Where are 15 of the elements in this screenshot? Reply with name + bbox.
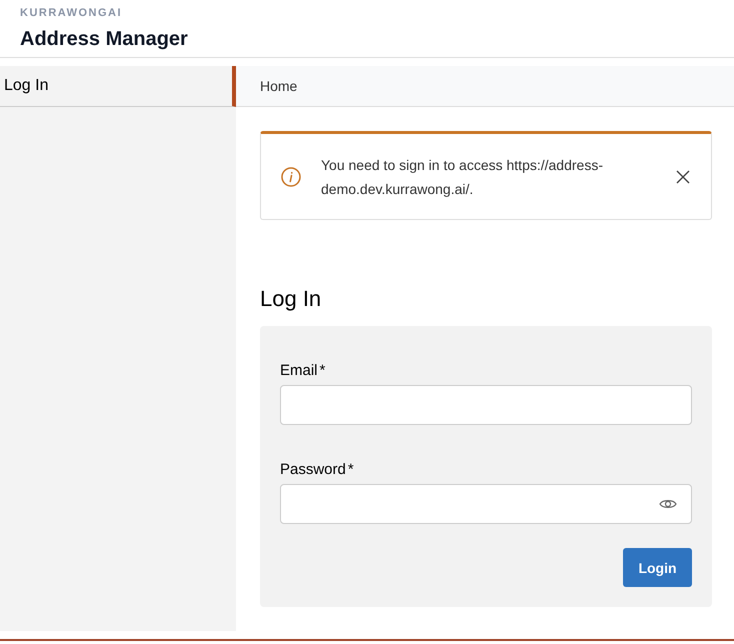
info-icon xyxy=(281,166,301,186)
password-field[interactable] xyxy=(280,484,692,524)
required-mark: * xyxy=(348,461,354,478)
alert-message: You need to sign in to access https://address-demo.dev.kurrawong.ai/. xyxy=(321,156,604,199)
required-mark: * xyxy=(320,362,326,379)
breadcrumb-link[interactable]: Home xyxy=(260,78,298,94)
app-title: Address Manager xyxy=(20,28,188,51)
field-label: Password xyxy=(280,461,346,478)
brand-name: KURRAWONGAI xyxy=(20,7,122,19)
close-button[interactable] xyxy=(675,168,691,184)
form-heading: Log In xyxy=(260,286,322,312)
field-label: Email xyxy=(280,362,318,379)
email-field[interactable] xyxy=(280,385,692,425)
login-button[interactable]: Login xyxy=(623,548,692,587)
eye-icon[interactable] xyxy=(659,498,677,510)
